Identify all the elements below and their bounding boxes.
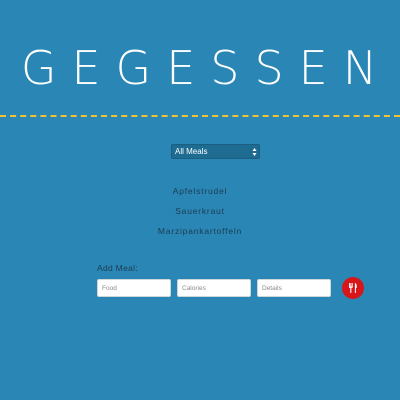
food-input[interactable] [97,279,171,297]
add-meal-button[interactable] [342,277,364,299]
page: GEGESSEN All Meals Apfelstrudel Sauerkra… [0,0,400,400]
utensils-icon [349,283,357,293]
header-divider [0,115,400,117]
meal-item-apfelstrudel[interactable]: Apfelstrudel [0,184,400,204]
meal-item-marzipankartoffeln[interactable]: Marzipankartoffeln [0,224,400,244]
select-arrows-icon [252,148,257,156]
add-meal-label: Add Meal: [97,263,138,273]
meal-filter-select[interactable]: All Meals [171,144,260,159]
meal-filter-value: All Meals [175,147,208,156]
meal-item-sauerkraut[interactable]: Sauerkraut [0,204,400,224]
app-logo: GEGESSEN [20,41,393,95]
meal-list: Apfelstrudel Sauerkraut Marzipankartoffe… [0,184,400,244]
details-input[interactable] [257,279,331,297]
calories-input[interactable] [177,279,251,297]
